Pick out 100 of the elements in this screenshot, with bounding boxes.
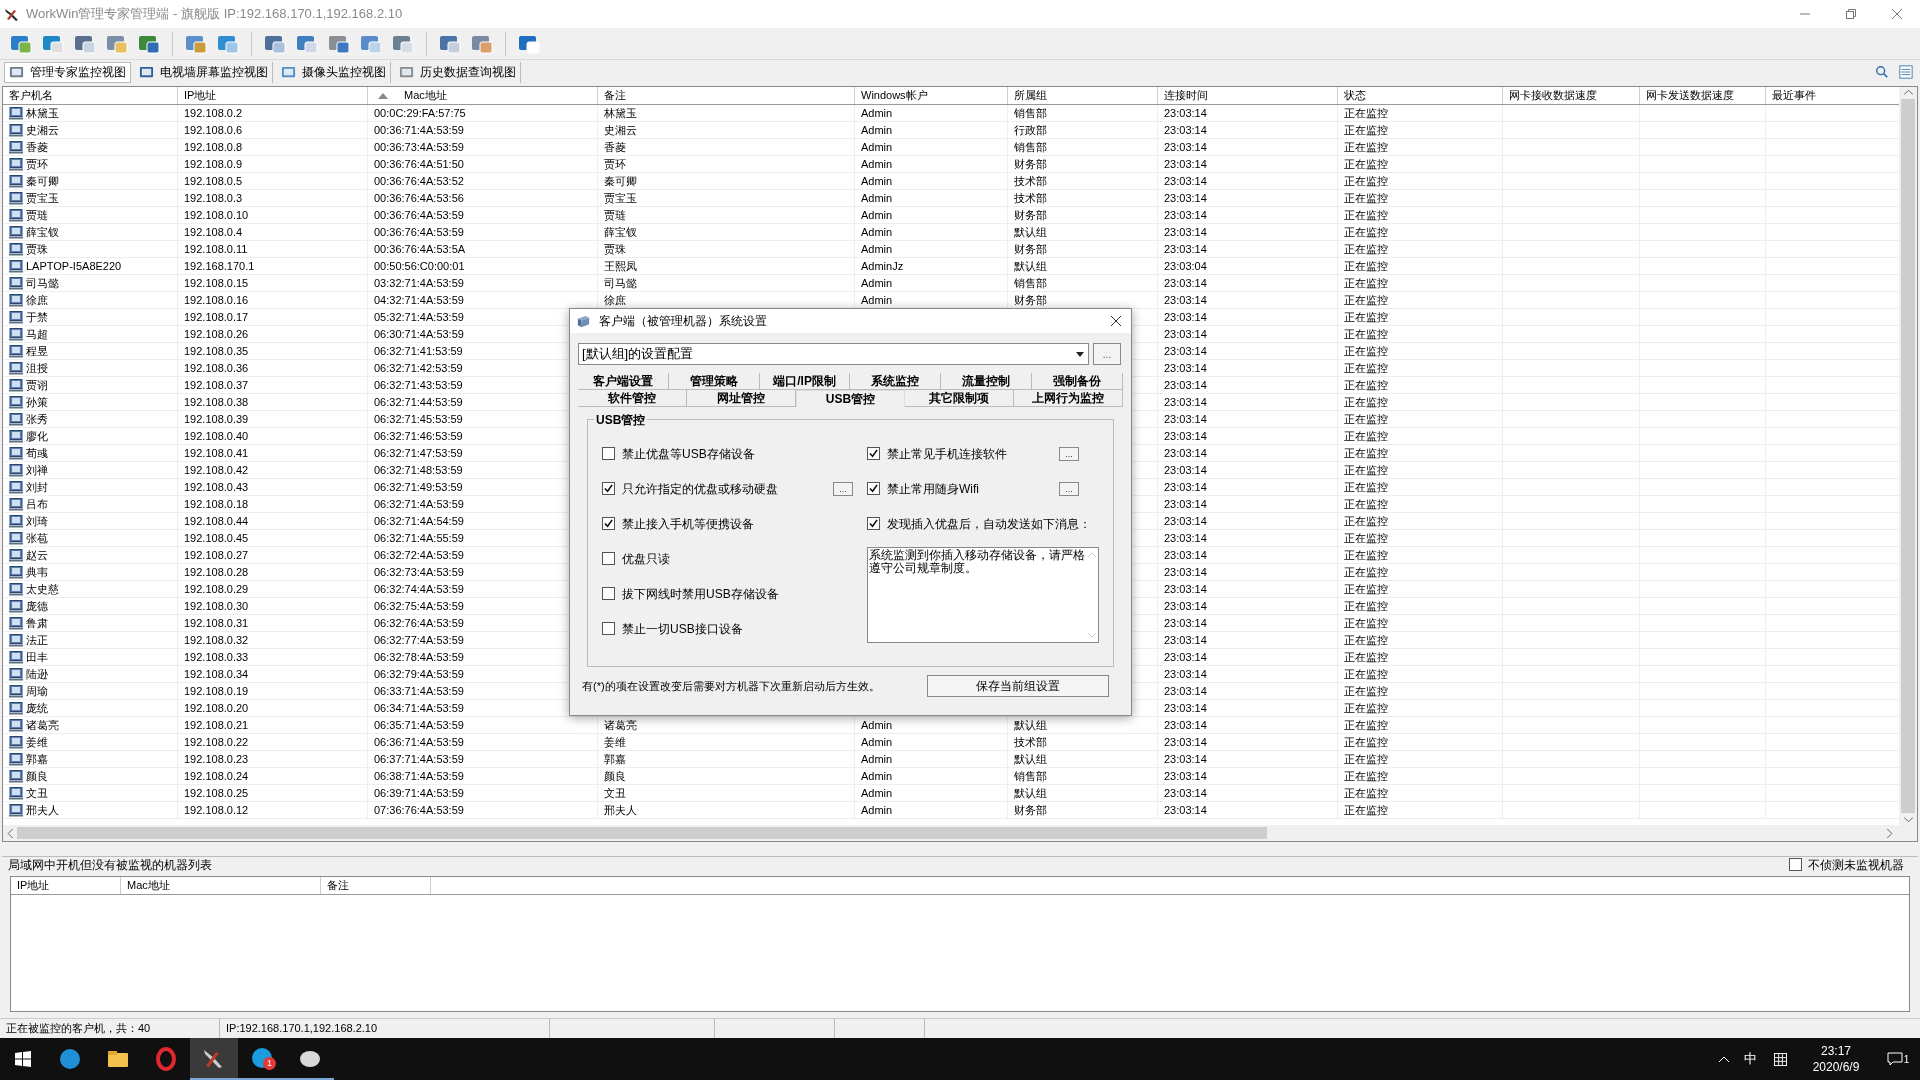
table-cell-text: 正在监控 [1344, 258, 1388, 274]
scroll-right-icon[interactable] [1887, 828, 1893, 838]
table-cell-text: 192.108.0.22 [184, 734, 249, 750]
checkbox[interactable] [867, 517, 880, 530]
settings-tab[interactable]: 系统监控 [850, 373, 942, 390]
table-cell-text: 23:03:14 [1164, 666, 1207, 682]
checkbox[interactable] [602, 482, 615, 495]
column-header[interactable]: IP地址 [11, 877, 121, 894]
checkbox[interactable] [602, 447, 615, 460]
table-cell-text: 鲁肃 [26, 615, 48, 631]
scroll-left-icon[interactable] [7, 828, 13, 838]
table-cell-text: 正在监控 [1344, 326, 1388, 342]
computer-icon [9, 140, 23, 154]
table-cell-text: 23:03:14 [1164, 564, 1207, 580]
settings-tab[interactable]: 管理策略 [668, 373, 760, 390]
table-cell-text: 正在监控 [1344, 292, 1388, 308]
settings-tab[interactable]: 客户端设置 [578, 373, 669, 390]
table-cell-text: 正在监控 [1344, 581, 1388, 597]
checkbox-label: 拔下网线时禁用USB存储设备 [622, 585, 779, 603]
ellipsis-button[interactable]: ... [833, 481, 853, 496]
list-view-button[interactable] [1896, 62, 1916, 82]
settings-tab[interactable]: 其它限制项 [905, 390, 1015, 407]
checkmark-icon [604, 519, 613, 528]
computer-icon [9, 718, 23, 732]
table-cell-text: 23:03:14 [1164, 224, 1207, 240]
table-cell-text: 正在监控 [1344, 683, 1388, 699]
settings-tab[interactable]: 软件管控 [578, 390, 687, 407]
view-tab[interactable]: 管理专家监控视图 [4, 61, 131, 83]
settings-tab[interactable]: 上网行为监控 [1014, 390, 1123, 407]
profile-dropdown[interactable]: [默认组]的设置配置 [578, 343, 1089, 365]
input-method-button[interactable]: 中 [1736, 1038, 1764, 1080]
table-cell-text: 正在监控 [1344, 768, 1388, 784]
table-cell-text: 06:32:73:4A:53:59 [374, 564, 464, 580]
table-cell-text: 192.108.0.40 [184, 428, 249, 444]
table-cell-text: 23:03:14 [1164, 207, 1207, 223]
ellipsis-button[interactable]: ... [1059, 481, 1079, 496]
table-cell-text: 192.108.0.27 [184, 547, 249, 563]
checkbox[interactable] [867, 447, 880, 460]
table-cell-text: 行政部 [1014, 122, 1047, 138]
table-cell-text: 192.108.0.4 [184, 224, 243, 240]
checkbox[interactable] [1789, 858, 1802, 871]
taskbar-app-button[interactable]: 1 [238, 1038, 286, 1080]
table-cell-text: 刘琦 [26, 513, 48, 529]
table-cell-text: 06:32:71:44:53:59 [374, 394, 463, 410]
computer-icon [9, 259, 23, 273]
table-cell-text: 06:38:71:4A:53:59 [374, 768, 464, 784]
ellipsis-button[interactable]: ... [1093, 343, 1121, 365]
table-cell-text: 林黛玉 [26, 105, 59, 121]
table-cell-text: 23:03:14 [1164, 377, 1207, 393]
checkbox[interactable] [602, 622, 615, 635]
column-header[interactable]: 备注 [321, 877, 431, 894]
checkbox[interactable] [602, 587, 615, 600]
checkbox[interactable] [602, 552, 615, 565]
table-cell-text: 06:32:71:49:53:59 [374, 479, 463, 495]
computer-icon [9, 191, 23, 205]
windows-logo-icon [15, 1051, 31, 1067]
checkmark-icon [604, 484, 613, 493]
table-cell-text: 香菱 [604, 139, 626, 155]
table-cell-text: 192.108.0.44 [184, 513, 249, 529]
notification-badge: 1 [263, 1057, 276, 1070]
table-cell-text: 销售部 [1014, 768, 1047, 784]
group-title: USB管控 [594, 411, 648, 429]
table-cell-text: 销售部 [1014, 139, 1047, 155]
computer-icon [9, 650, 23, 664]
checkmark-icon [869, 519, 878, 528]
table-cell-text: 郭嘉 [26, 751, 48, 767]
table-cell-text: 23:03:14 [1164, 173, 1207, 189]
checkbox[interactable] [602, 517, 615, 530]
notification-center-button[interactable]: 1 [1876, 1038, 1920, 1080]
table-cell-text: 00:0C:29:FA:57:75 [374, 105, 466, 121]
scroll-down-icon[interactable] [1903, 817, 1913, 823]
horizontal-scrollbar[interactable] [3, 825, 1917, 841]
table-cell-text: 财务部 [1014, 292, 1047, 308]
save-group-settings-button[interactable]: 保存当前组设置 [927, 675, 1109, 697]
table-cell-text: 销售部 [1014, 275, 1047, 291]
ellipsis-button[interactable]: ... [1059, 446, 1079, 461]
scroll-up-icon[interactable] [1903, 89, 1913, 95]
settings-tab[interactable]: 流量控制 [941, 373, 1033, 390]
checkbox[interactable] [867, 482, 880, 495]
column-header[interactable]: Mac地址 [121, 877, 321, 894]
table-cell-text: 正在监控 [1344, 173, 1388, 189]
table-cell-text: 23:03:14 [1164, 105, 1207, 121]
table-cell-text: 192.108.0.17 [184, 309, 249, 325]
table-cell-text: 192.108.0.30 [184, 598, 249, 614]
table-cell-text: 23:03:14 [1164, 343, 1207, 359]
table-cell-text: 吕布 [26, 496, 48, 512]
table-cell-text: 23:03:14 [1164, 649, 1207, 665]
computer-icon [9, 242, 23, 256]
restore-icon [1846, 9, 1856, 19]
vertical-scrollbar[interactable] [1899, 87, 1917, 825]
settings-tab[interactable]: USB管控 [795, 390, 906, 407]
table-cell-text: Admin [861, 190, 893, 206]
table-cell-text: 23:03:14 [1164, 547, 1207, 563]
settings-tab[interactable]: 强制备份 [1032, 373, 1123, 390]
settings-tab[interactable]: 端口/IP限制 [759, 373, 851, 390]
monitor-icon [399, 64, 414, 80]
taskbar-app-button[interactable] [190, 1038, 238, 1080]
settings-tab[interactable]: 网址管控 [686, 390, 796, 407]
table-cell-text: 192.108.0.10 [184, 207, 249, 223]
table-cell-text: 06:32:76:4A:53:59 [374, 615, 464, 631]
